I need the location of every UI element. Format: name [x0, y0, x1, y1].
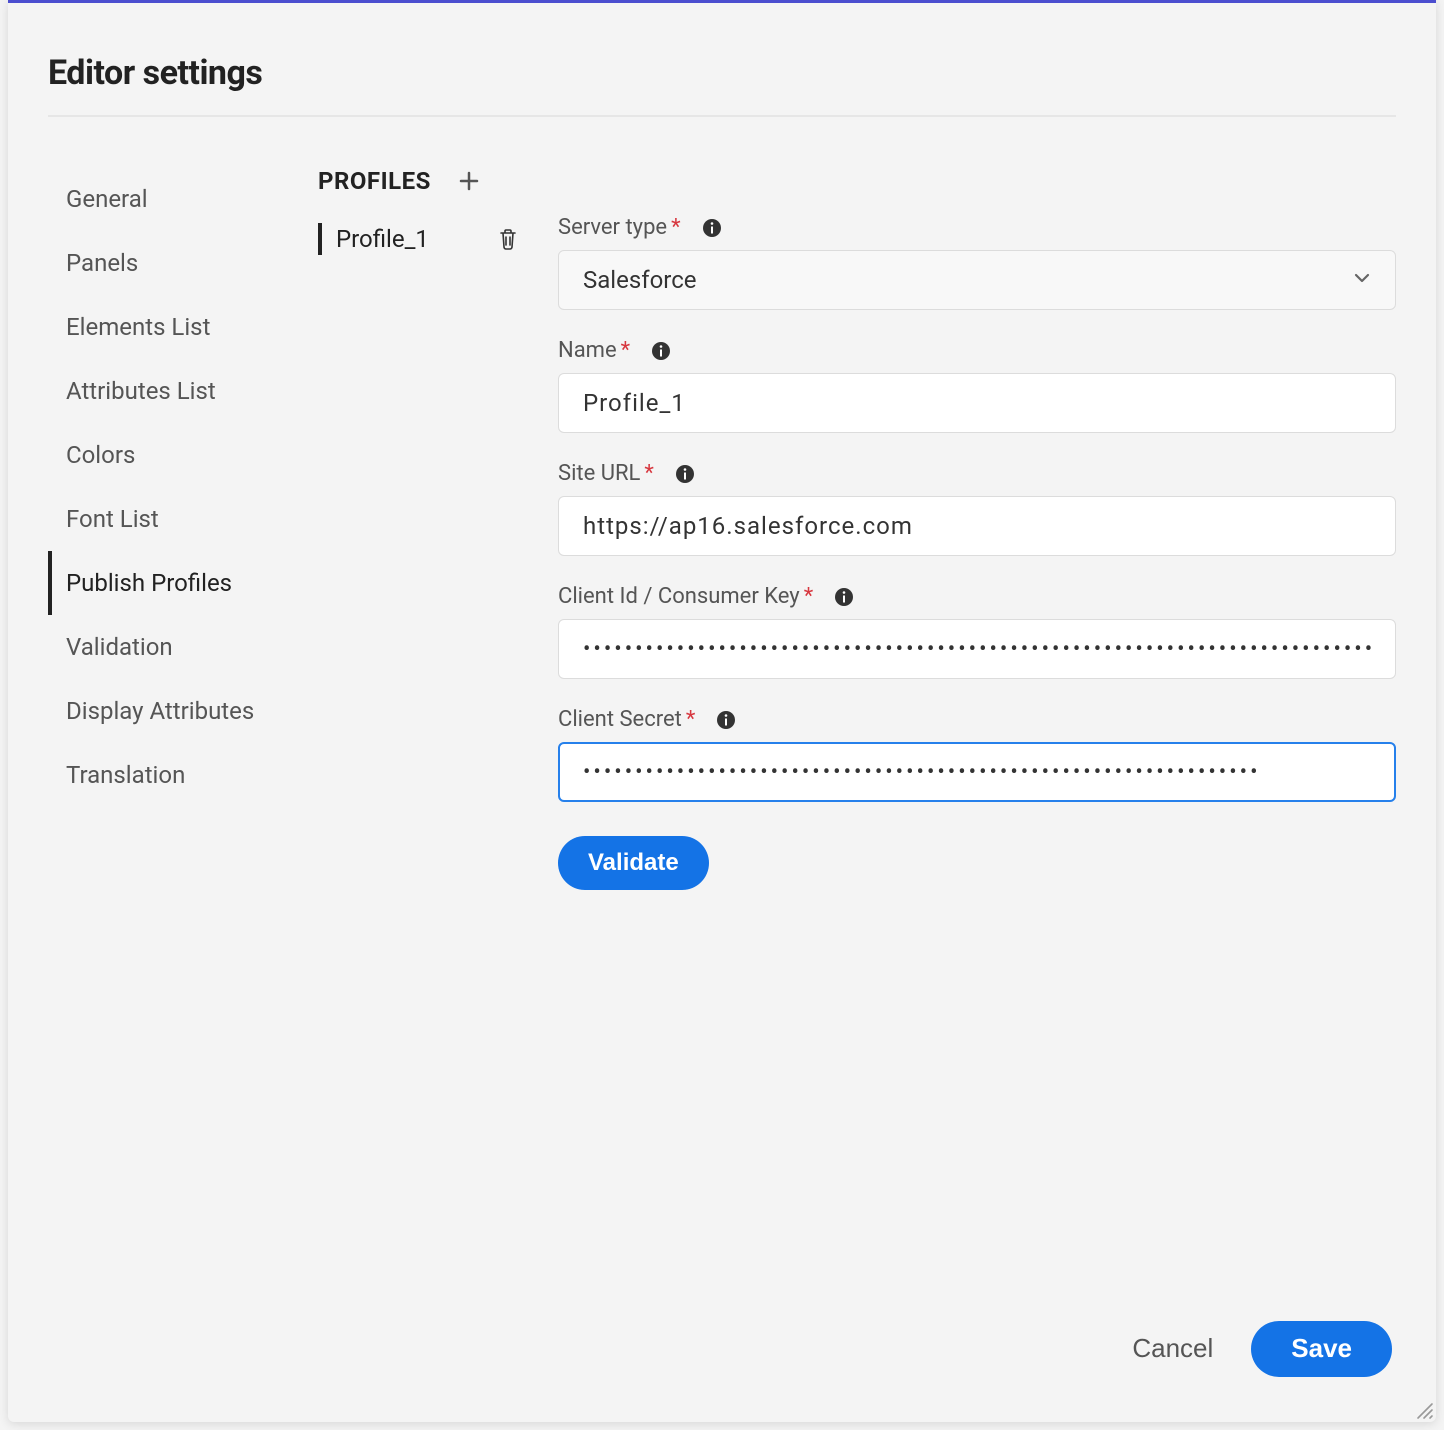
add-profile-icon[interactable]	[457, 169, 481, 193]
select-value: Salesforce	[583, 266, 696, 294]
label-row: Server type *	[558, 215, 1396, 240]
save-button-label: Save	[1291, 1333, 1352, 1363]
nav-label: Colors	[66, 441, 135, 469]
field-label: Name	[558, 338, 617, 363]
delete-profile-icon[interactable]	[498, 228, 518, 250]
nav-item-attributes-list[interactable]: Attributes List	[48, 359, 278, 423]
nav-label: Font List	[66, 505, 159, 533]
required-asterisk: *	[804, 584, 813, 609]
nav-label: Elements List	[66, 313, 210, 341]
nav-item-elements-list[interactable]: Elements List	[48, 295, 278, 359]
nav-item-validation[interactable]: Validation	[48, 615, 278, 679]
label-row: Client Secret *	[558, 707, 1396, 732]
label-row: Site URL *	[558, 461, 1396, 486]
client-secret-input[interactable]	[558, 742, 1396, 802]
profiles-column: PROFILES Profile_1	[318, 167, 518, 1319]
field-site-url: Site URL *	[558, 461, 1396, 556]
field-label: Site URL	[558, 461, 640, 486]
field-client-secret: Client Secret *	[558, 707, 1396, 802]
cancel-button[interactable]: Cancel	[1122, 1319, 1223, 1378]
editor-settings-dialog: Editor settings General Panels Elements …	[8, 0, 1436, 1422]
dialog-title: Editor settings	[48, 53, 1396, 93]
required-asterisk: *	[644, 461, 653, 486]
save-button[interactable]: Save	[1251, 1321, 1392, 1377]
field-label: Client Id / Consumer Key	[558, 584, 800, 609]
profiles-heading: PROFILES	[318, 167, 431, 195]
required-asterisk: *	[671, 215, 680, 240]
info-icon[interactable]	[701, 217, 723, 239]
nav-label: Display Attributes	[66, 697, 254, 725]
nav-item-general[interactable]: General	[48, 167, 278, 231]
field-label: Server type	[558, 215, 667, 240]
nav-label: Validation	[66, 633, 173, 661]
nav-item-display-attributes[interactable]: Display Attributes	[48, 679, 278, 743]
info-icon[interactable]	[650, 340, 672, 362]
profile-item[interactable]: Profile_1	[318, 223, 518, 255]
nav-label: General	[66, 185, 148, 213]
nav-item-colors[interactable]: Colors	[48, 423, 278, 487]
nav-item-panels[interactable]: Panels	[48, 231, 278, 295]
field-name: Name *	[558, 338, 1396, 433]
info-icon[interactable]	[674, 463, 696, 485]
label-row: Client Id / Consumer Key *	[558, 584, 1396, 609]
nav-label: Panels	[66, 249, 138, 277]
nav-label: Publish Profiles	[66, 569, 232, 597]
label-row: Name *	[558, 338, 1396, 363]
field-server-type: Server type * Salesforce	[558, 215, 1396, 310]
site-url-input[interactable]	[558, 496, 1396, 556]
cancel-button-label: Cancel	[1132, 1333, 1213, 1363]
profile-item-name: Profile_1	[336, 225, 429, 253]
info-icon[interactable]	[715, 709, 737, 731]
nav-item-publish-profiles[interactable]: Publish Profiles	[48, 551, 278, 615]
nav-label: Attributes List	[66, 377, 216, 405]
nav-label: Translation	[66, 761, 185, 789]
chevron-down-icon	[1351, 267, 1373, 293]
client-id-input[interactable]	[558, 619, 1396, 679]
field-label: Client Secret	[558, 707, 682, 732]
nav-item-translation[interactable]: Translation	[48, 743, 278, 807]
required-asterisk: *	[621, 338, 630, 363]
profile-form: Server type * Salesforce Name *	[558, 167, 1396, 1319]
dialog-footer: Cancel Save	[8, 1319, 1436, 1422]
validate-button-label: Validate	[588, 849, 679, 877]
name-input[interactable]	[558, 373, 1396, 433]
profiles-header: PROFILES	[318, 167, 518, 195]
validate-button[interactable]: Validate	[558, 836, 709, 890]
dialog-body: General Panels Elements List Attributes …	[8, 117, 1436, 1319]
required-asterisk: *	[686, 707, 695, 732]
server-type-select[interactable]: Salesforce	[558, 250, 1396, 310]
dialog-header: Editor settings	[8, 3, 1436, 115]
info-icon[interactable]	[833, 586, 855, 608]
settings-nav: General Panels Elements List Attributes …	[48, 167, 278, 1319]
field-client-id: Client Id / Consumer Key *	[558, 584, 1396, 679]
nav-item-font-list[interactable]: Font List	[48, 487, 278, 551]
